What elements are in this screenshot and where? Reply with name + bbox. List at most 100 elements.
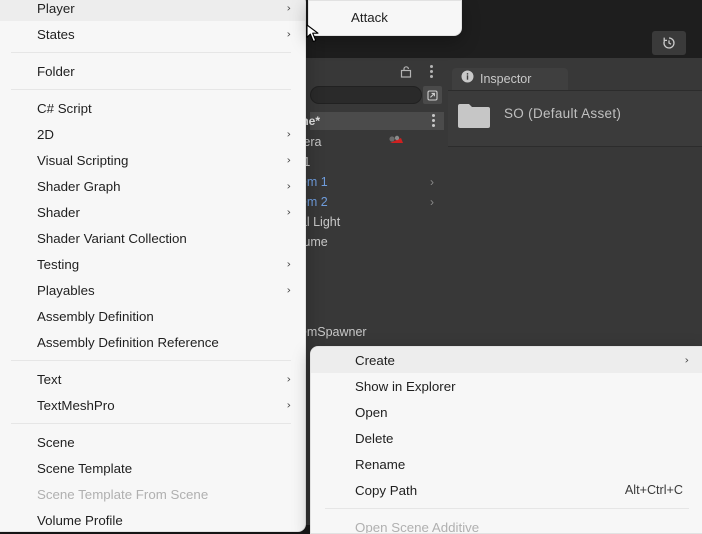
lock-icon[interactable] bbox=[400, 65, 412, 78]
info-icon bbox=[461, 70, 474, 88]
inspector-asset-header: SO (Default Asset) bbox=[448, 90, 702, 147]
create-menu-item-playables[interactable]: Playables› bbox=[0, 277, 305, 303]
asset-menu-item-rename[interactable]: Rename bbox=[311, 451, 702, 477]
menu-separator bbox=[11, 52, 291, 53]
create-menu-item-visual-scripting[interactable]: Visual Scripting › bbox=[0, 147, 305, 173]
hierarchy-row[interactable]: nItem 1› bbox=[310, 172, 444, 192]
menu-item-label: Shader Graph bbox=[37, 179, 121, 194]
menu-item-label: Visual Scripting bbox=[37, 153, 128, 168]
menu-item-label: TextMeshPro bbox=[37, 398, 115, 413]
hierarchy-row[interactable]: amera bbox=[310, 132, 444, 152]
menu-item-label: Testing bbox=[37, 257, 79, 272]
chevron-right-icon: › bbox=[287, 399, 291, 412]
create-menu-item-textmeshpro[interactable]: TextMeshPro › bbox=[0, 392, 305, 418]
menu-item-label: Open bbox=[355, 405, 388, 420]
menu-item-label: Text bbox=[37, 372, 61, 387]
create-menu-item-scene-template[interactable]: Scene Template bbox=[0, 455, 305, 481]
menu-item-label: Copy Path bbox=[355, 483, 417, 498]
camera-icon bbox=[388, 134, 404, 148]
kebab-menu-icon[interactable] bbox=[430, 65, 434, 79]
menu-item-label: Show in Explorer bbox=[355, 379, 456, 394]
chevron-right-icon: › bbox=[287, 258, 291, 271]
tab-inspector[interactable]: Inspector bbox=[452, 68, 568, 90]
chevron-right-icon: › bbox=[287, 180, 291, 193]
chevron-right-icon: › bbox=[287, 128, 291, 141]
asset-menu-item-copy-path[interactable]: Copy Path Alt+Ctrl+C bbox=[311, 477, 702, 503]
open-in-new-icon[interactable] bbox=[423, 86, 442, 104]
menu-item-label: Scene bbox=[37, 435, 75, 450]
menu-item-label: Player bbox=[37, 1, 75, 16]
create-menu-item-shader[interactable]: Shader › bbox=[0, 199, 305, 225]
menu-item-shortcut: Alt+Ctrl+C bbox=[625, 483, 683, 497]
asset-context-menu[interactable]: Create › Show in Explorer Open Delete Rename C… bbox=[310, 346, 702, 534]
create-menu-item-scene[interactable]: Scene bbox=[0, 429, 305, 455]
create-menu-item-volume-profile[interactable]: Volume Profile bbox=[0, 507, 305, 532]
chevron-right-icon: › bbox=[287, 28, 291, 41]
menu-separator bbox=[325, 508, 689, 509]
create-menu-item-shader-graph[interactable]: Shader Graph › bbox=[0, 173, 305, 199]
scene-kebab-icon[interactable] bbox=[432, 114, 436, 128]
create-menu-item-testing[interactable]: Testing › bbox=[0, 251, 305, 277]
create-menu-item-text[interactable]: Text › bbox=[0, 366, 305, 392]
asset-menu-item-create[interactable]: Create › bbox=[311, 347, 702, 373]
hierarchy-panel-header bbox=[310, 58, 444, 84]
menu-item-label: Assembly Definition Reference bbox=[37, 335, 219, 350]
create-menu-item-shader-variant-collection[interactable]: Shader Variant Collection bbox=[0, 225, 305, 251]
history-clock-icon[interactable] bbox=[652, 31, 686, 55]
create-asset-menu[interactable]: Player›States›FolderC# Script2D›Visual S… bbox=[0, 0, 306, 532]
create-menu-item-assembly-definition-reference[interactable]: Assembly Definition Reference bbox=[0, 329, 305, 355]
create-menu-item-assembly-definition[interactable]: Assembly Definition bbox=[0, 303, 305, 329]
create-menu-item-2d[interactable]: 2D › bbox=[0, 121, 305, 147]
menu-item-label: Scene Template bbox=[37, 461, 132, 476]
folder-icon bbox=[458, 103, 490, 129]
chevron-right-icon[interactable]: › bbox=[430, 195, 434, 209]
hierarchy-row[interactable]: am1 bbox=[310, 152, 444, 172]
menu-item-label: Scene Template From Scene bbox=[37, 487, 208, 502]
create-menu-item-c-script[interactable]: C# Script bbox=[0, 95, 305, 121]
menu-item-label: Folder bbox=[37, 64, 75, 79]
create-menu-item-folder[interactable]: Folder bbox=[0, 58, 305, 84]
search-input[interactable] bbox=[310, 86, 422, 104]
chevron-right-icon[interactable]: › bbox=[430, 175, 434, 189]
menu-item-label: C# Script bbox=[37, 101, 92, 116]
menu-item-label: Playables bbox=[37, 283, 95, 298]
menu-separator bbox=[11, 89, 291, 90]
create-menu-item-scene-template-from-scene: Scene Template From Scene bbox=[0, 481, 305, 507]
menu-item-label: Create bbox=[355, 353, 395, 368]
player-submenu[interactable]: Attack bbox=[308, 0, 462, 36]
menu-item-label: States bbox=[37, 27, 75, 42]
player-submenu-item-list: Attack bbox=[309, 1, 461, 33]
player-submenu-item-attack[interactable]: Attack bbox=[309, 1, 461, 33]
create-menu-item-states[interactable]: States › bbox=[0, 21, 305, 47]
hierarchy-scene-header[interactable]: cene* bbox=[310, 112, 444, 130]
chevron-right-icon: › bbox=[287, 2, 291, 15]
chevron-right-icon: › bbox=[685, 354, 689, 367]
menu-item-label: Assembly Definition bbox=[37, 309, 154, 324]
menu-item-label: Shader Variant Collection bbox=[37, 231, 187, 246]
menu-item-label: 2D bbox=[37, 127, 54, 142]
tab-label: Inspector bbox=[480, 72, 531, 86]
create-menu-item-player[interactable]: Player › bbox=[0, 0, 305, 21]
asset-menu-item-show-in-explorer[interactable]: Show in Explorer bbox=[311, 373, 702, 399]
hierarchy-row[interactable]: onal Light bbox=[310, 212, 444, 232]
menu-item-label: Shader bbox=[37, 205, 80, 220]
menu-separator bbox=[11, 423, 291, 424]
asset-name-label: SO (Default Asset) bbox=[504, 106, 621, 121]
chevron-right-icon: › bbox=[287, 154, 291, 167]
asset-menu-item-open-scene-additive: Open Scene Additive bbox=[311, 514, 702, 534]
chevron-right-icon: › bbox=[287, 206, 291, 219]
asset-menu-item-delete[interactable]: Delete bbox=[311, 425, 702, 451]
menu-item-label: Open Scene Additive bbox=[355, 520, 479, 534]
hierarchy-row[interactable]: Volume bbox=[310, 232, 444, 252]
menu-item-label: Attack bbox=[351, 10, 388, 25]
hierarchy-row[interactable]: nItem 2› bbox=[310, 192, 444, 212]
asset-context-menu-item-list: Create › Show in Explorer Open Delete Rename C… bbox=[311, 347, 702, 534]
menu-item-label: Volume Profile bbox=[37, 513, 123, 528]
asset-menu-item-open[interactable]: Open bbox=[311, 399, 702, 425]
hierarchy-row-spawner[interactable]: nItemSpawner bbox=[310, 322, 444, 342]
menu-separator bbox=[11, 360, 291, 361]
chevron-right-icon: › bbox=[287, 373, 291, 386]
menu-item-label: Rename bbox=[355, 457, 405, 472]
hierarchy-search-row bbox=[310, 86, 444, 106]
menu-item-label: Delete bbox=[355, 431, 393, 446]
